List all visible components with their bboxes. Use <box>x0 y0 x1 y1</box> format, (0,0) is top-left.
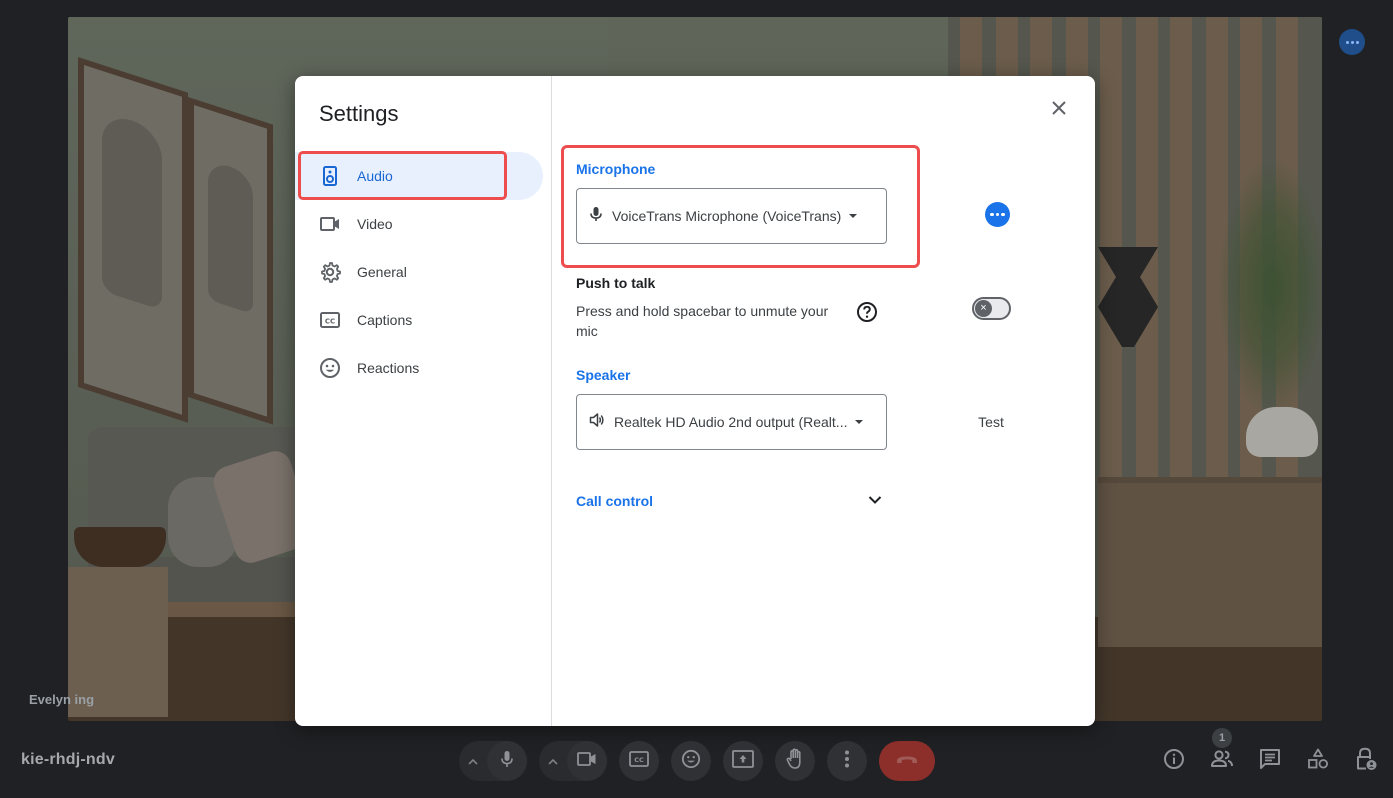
microphone-icon <box>500 750 514 773</box>
video-cabinet <box>1098 477 1322 647</box>
call-control-label: Call control <box>576 493 654 509</box>
microphone-control-group <box>459 741 527 781</box>
chevron-up-icon <box>548 752 558 770</box>
more-dots-icon <box>990 212 994 217</box>
push-to-talk-toggle[interactable]: × <box>972 297 1011 320</box>
more-dots-icon <box>1350 40 1354 44</box>
video-vase <box>1246 407 1318 457</box>
close-icon <box>1051 100 1067 121</box>
microphone-icon <box>589 206 603 227</box>
closed-captions-icon: CC <box>629 750 649 772</box>
close-dialog-button[interactable] <box>1045 96 1073 124</box>
meeting-details-button[interactable] <box>1150 743 1198 779</box>
activities-button[interactable] <box>1294 743 1342 779</box>
chevron-down-icon <box>868 492 882 510</box>
microphone-label: Microphone <box>576 161 656 177</box>
people-icon <box>1210 749 1234 773</box>
speaker-value: Realtek HD Audio 2nd output (Realt... <box>614 414 848 430</box>
call-controls: CC <box>459 741 935 781</box>
video-picture-frame <box>78 57 188 423</box>
toggle-off-icon: × <box>975 300 992 317</box>
chevron-up-icon <box>468 752 478 770</box>
tile-more-options-button[interactable] <box>1339 29 1365 55</box>
chat-icon <box>1259 748 1281 775</box>
reactions-button[interactable] <box>671 741 711 781</box>
nav-item-label: General <box>357 264 407 280</box>
microphone-value: VoiceTrans Microphone (VoiceTrans) <box>612 208 842 224</box>
microphone-button[interactable] <box>487 741 527 781</box>
info-icon <box>1163 748 1185 775</box>
more-dots-icon <box>995 212 1000 217</box>
hang-up-icon <box>895 752 919 770</box>
speaker-select[interactable]: Realtek HD Audio 2nd output (Realt... <box>576 394 887 450</box>
nav-item-video[interactable]: Video <box>295 200 543 248</box>
meet-app: Evelyn ing Settings Audio Video General … <box>0 0 1393 798</box>
more-vert-icon <box>845 750 849 773</box>
lock-person-icon <box>1355 747 1377 776</box>
chat-button[interactable] <box>1246 743 1294 779</box>
videocam-icon <box>319 213 341 235</box>
present-screen-button[interactable] <box>723 741 763 781</box>
videocam-icon <box>577 751 597 771</box>
video-bowl <box>74 527 166 567</box>
shapes-icon <box>1307 748 1329 775</box>
nav-item-label: Reactions <box>357 360 420 376</box>
host-controls-button[interactable] <box>1342 743 1390 779</box>
nav-item-general[interactable]: General <box>295 248 543 296</box>
participant-name: Evelyn ing <box>29 692 95 707</box>
closed-captions-icon: CC <box>319 309 341 331</box>
hand-icon <box>786 748 804 775</box>
dropdown-caret-icon <box>855 420 864 424</box>
meeting-side-controls <box>1150 743 1390 779</box>
svg-text:CC: CC <box>325 318 335 326</box>
smiley-icon <box>681 749 701 774</box>
nav-item-audio[interactable]: Audio <box>295 152 543 200</box>
settings-nav: Settings Audio Video General CC Captions… <box>295 76 552 726</box>
nav-item-captions[interactable]: CC Captions <box>295 296 543 344</box>
push-to-talk-title: Push to talk <box>576 275 656 291</box>
volume-icon <box>589 412 605 433</box>
raise-hand-button[interactable] <box>775 741 815 781</box>
meeting-code: kie-rhdj-ndv <box>21 751 115 768</box>
camera-button[interactable] <box>567 741 607 781</box>
captions-button[interactable]: CC <box>619 741 659 781</box>
nav-item-label: Captions <box>357 312 413 328</box>
help-icon[interactable] <box>856 301 878 323</box>
nav-item-label: Video <box>357 216 393 232</box>
participants-count-badge: 1 <box>1212 728 1232 748</box>
more-dots-icon <box>1345 40 1349 44</box>
speaker-label: Speaker <box>576 367 631 383</box>
gear-icon <box>319 261 341 283</box>
people-button[interactable] <box>1198 743 1246 779</box>
video-plant <box>1218 157 1322 417</box>
nav-item-label: Audio <box>357 168 393 184</box>
more-dots-icon <box>1355 40 1359 44</box>
leave-call-button[interactable] <box>879 741 935 781</box>
push-to-talk-description: Press and hold spacebar to unmute your m… <box>576 303 829 339</box>
more-options-button[interactable] <box>827 741 867 781</box>
audio-options-button[interactable] <box>459 741 487 781</box>
settings-nav-list: Audio Video General CC Captions Reaction… <box>295 152 543 392</box>
present-screen-icon <box>732 749 754 773</box>
microphone-select[interactable]: VoiceTrans Microphone (VoiceTrans) <box>576 188 887 244</box>
dialog-title: Settings <box>319 101 399 126</box>
svg-text:CC: CC <box>634 756 644 764</box>
dropdown-caret-icon <box>849 214 858 218</box>
video-options-button[interactable] <box>539 741 567 781</box>
speaker-icon <box>319 165 341 187</box>
video-picture-frame <box>188 97 273 425</box>
microphone-more-options-button[interactable] <box>985 202 1010 227</box>
call-control-expander[interactable]: Call control <box>576 490 882 512</box>
settings-dialog: Settings Audio Video General CC Captions… <box>295 76 1095 726</box>
camera-control-group <box>539 741 607 781</box>
smiley-icon <box>319 357 341 379</box>
more-dots-icon <box>1001 212 1005 217</box>
nav-item-reactions[interactable]: Reactions <box>295 344 543 392</box>
test-speaker-button[interactable]: Test <box>963 410 1019 434</box>
